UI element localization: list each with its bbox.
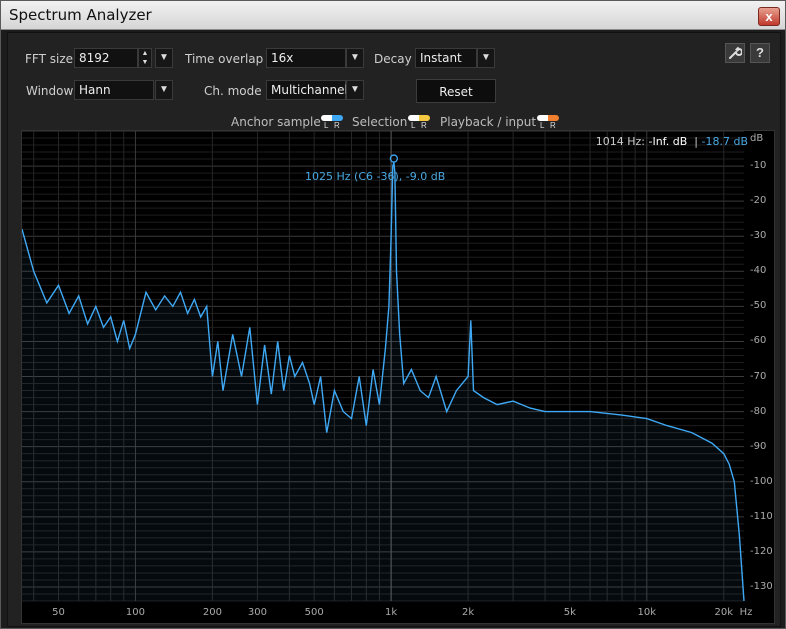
- y-tick-label: -50: [750, 300, 767, 312]
- y-tick-label: -40: [750, 265, 767, 277]
- close-button[interactable]: x: [758, 7, 780, 26]
- ch-mode-label: Ch. mode: [204, 84, 262, 98]
- y-tick-label: -130: [750, 580, 773, 592]
- selection-swatch: L R: [408, 114, 430, 130]
- x-tick-label: 1k: [385, 607, 398, 618]
- fft-size-dropdown[interactable]: ▼: [155, 48, 173, 68]
- peak-label: 1025 Hz (C6 -36), -9.0 dB: [305, 170, 446, 183]
- playback-r: R: [550, 121, 556, 130]
- time-overlap-label: Time overlap: [185, 52, 264, 66]
- y-tick-label: -70: [750, 370, 767, 382]
- cursor-readout: 1014 Hz: -Inf. dB | -18.7 dB: [596, 135, 748, 148]
- y-tick-label: -20: [750, 195, 767, 207]
- fft-size-label: FFT size: [25, 52, 74, 66]
- window-select[interactable]: Hann: [74, 80, 154, 100]
- settings-button[interactable]: [725, 43, 745, 63]
- readout-value-right: -18.7 dB: [701, 135, 749, 148]
- x-tick-label: 50: [52, 607, 65, 618]
- x-tick-label: 20k: [714, 607, 734, 618]
- wrench-icon: [729, 47, 743, 59]
- playback-input-label: Playback / input: [440, 115, 537, 129]
- readout-separator: |: [694, 135, 698, 148]
- ch-mode-dropdown[interactable]: ▼: [346, 80, 364, 100]
- ch-mode-select[interactable]: Multichannel: [266, 80, 348, 100]
- analyzer-panel: FFT size 8192 ▲ ▼ ▼ Time overlap 16x ▼ De…: [7, 32, 781, 627]
- spectrum-chart[interactable]: 1014 Hz: -Inf. dB | -18.7 dB 1025 Hz (C6…: [21, 130, 775, 624]
- playback-l: L: [540, 121, 545, 130]
- y-tick-label: dB: [750, 133, 764, 144]
- playback-input-swatch: L R: [537, 114, 559, 130]
- readout-freq: 1014 Hz:: [595, 135, 645, 148]
- x-tick-label: 200: [202, 607, 222, 618]
- y-tick-label: -80: [750, 405, 767, 417]
- spectrum-fill: [22, 162, 744, 601]
- selection-label: Selection: [352, 115, 408, 129]
- y-tick-label: -60: [750, 335, 767, 347]
- x-tick-label: 300: [247, 607, 267, 618]
- anchor-l: L: [324, 121, 329, 130]
- x-tick-label: Hz: [739, 607, 753, 618]
- decay-dropdown[interactable]: ▼: [477, 48, 495, 68]
- decay-select[interactable]: Instant: [415, 48, 477, 68]
- y-tick-label: -10: [750, 160, 767, 172]
- x-tick-label: 500: [304, 607, 324, 618]
- readout-value-left: -Inf. dB: [648, 135, 688, 148]
- fft-size-field[interactable]: 8192: [74, 48, 138, 68]
- spectrum-plot[interactable]: [22, 131, 774, 623]
- y-tick-label: -100: [750, 475, 773, 487]
- time-overlap-select[interactable]: 16x: [266, 48, 346, 68]
- x-tick-label: 5k: [563, 607, 576, 618]
- spectrum-analyzer-window: Spectrum Analyzer x FFT size 8192 ▲ ▼ ▼ T…: [0, 0, 786, 629]
- reset-button[interactable]: Reset: [416, 79, 496, 103]
- anchor-r: R: [334, 121, 340, 130]
- window-dropdown[interactable]: ▼: [155, 80, 173, 100]
- anchor-sample-swatch: L R: [321, 114, 343, 130]
- window-title: Spectrum Analyzer: [9, 6, 152, 24]
- window-label: Window: [26, 84, 74, 98]
- x-tick-label: 10k: [637, 607, 657, 618]
- anchor-sample-label: Anchor sample: [231, 115, 321, 129]
- decay-label: Decay: [374, 52, 412, 66]
- y-tick-label: -90: [750, 440, 767, 452]
- selection-r: R: [421, 121, 427, 130]
- selection-l: L: [411, 121, 416, 130]
- help-button[interactable]: ?: [750, 43, 770, 63]
- y-tick-label: -120: [750, 545, 773, 557]
- x-tick-label: 100: [125, 607, 145, 618]
- title-bar[interactable]: Spectrum Analyzer x: [1, 1, 785, 30]
- y-tick-label: -30: [750, 230, 767, 242]
- y-tick-label: -110: [750, 510, 773, 522]
- fft-size-stepper[interactable]: ▲ ▼: [138, 48, 152, 68]
- x-tick-label: 2k: [462, 607, 475, 618]
- time-overlap-dropdown[interactable]: ▼: [346, 48, 364, 68]
